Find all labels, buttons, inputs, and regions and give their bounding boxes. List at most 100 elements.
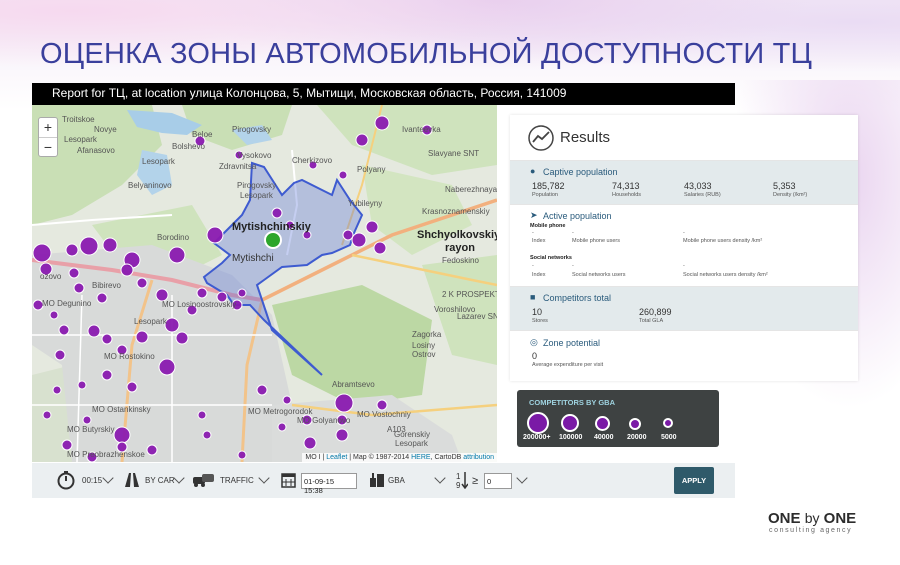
competitor-marker[interactable]	[52, 385, 62, 395]
chevron-down-icon	[258, 472, 270, 484]
zoom-control: + −	[38, 117, 58, 157]
competitor-marker[interactable]	[68, 267, 80, 279]
map-label: MO Ostankinsky	[92, 405, 151, 414]
competitors-title: Competitors total	[543, 293, 612, 303]
competitor-marker[interactable]	[58, 324, 70, 336]
map-label: Belyaninovo	[128, 181, 172, 190]
competitor-marker[interactable]	[376, 399, 388, 411]
competitor-marker[interactable]	[82, 415, 92, 425]
leaflet-link[interactable]: Leaflet	[326, 454, 347, 461]
competitor-marker[interactable]	[338, 170, 348, 180]
legend-dot	[595, 416, 610, 431]
apply-button[interactable]: APPLY	[674, 467, 714, 494]
chevron-down-icon	[102, 472, 114, 484]
competitor-marker[interactable]	[101, 333, 113, 345]
time-select[interactable]: 00:15	[82, 463, 102, 498]
competitor-marker[interactable]	[126, 381, 138, 393]
map-label: MO Rostokino	[104, 352, 155, 361]
map-label: Vysokovo	[237, 151, 272, 160]
map-label: Slavyane SNT	[428, 149, 480, 158]
competitor-marker[interactable]	[65, 243, 79, 257]
legend-dot	[527, 412, 549, 434]
competitor-marker[interactable]	[96, 292, 108, 304]
gte-symbol: ≥	[472, 474, 479, 487]
competitor-marker[interactable]	[256, 384, 268, 396]
competitor-marker[interactable]	[373, 241, 387, 255]
map-label: Lazarev SNT	[457, 312, 497, 321]
competitor-marker[interactable]	[365, 220, 379, 234]
competitor-marker[interactable]	[32, 243, 52, 263]
sort-numeric-icon: 1 9	[456, 472, 468, 489]
competitor-marker[interactable]	[168, 246, 186, 264]
legend-title: COMPETITORS BY GBA	[529, 398, 615, 407]
map-label: Zdravnitsa	[219, 162, 257, 171]
zoom-out-button[interactable]: −	[39, 137, 57, 156]
competitor-marker[interactable]	[277, 422, 287, 432]
competitor-marker[interactable]	[282, 395, 292, 405]
map-label: Shchyolkovskiy	[417, 229, 497, 241]
competitor-marker[interactable]	[237, 450, 247, 460]
competitor-marker[interactable]	[146, 444, 158, 456]
competitor-marker[interactable]	[271, 207, 283, 219]
competitor-marker[interactable]	[136, 277, 148, 289]
competitor-marker[interactable]	[197, 410, 207, 420]
competitor-marker[interactable]	[334, 393, 354, 413]
competitor-marker[interactable]	[351, 232, 367, 248]
svg-text:1: 1	[456, 472, 461, 481]
map-label: MO Vostochniy	[357, 410, 411, 419]
density-value: 5,353	[773, 181, 796, 191]
competitor-marker[interactable]	[158, 358, 176, 376]
competitor-marker[interactable]	[335, 428, 349, 442]
households-caption: Households	[612, 192, 642, 198]
competitor-marker[interactable]	[342, 229, 354, 241]
competitor-marker[interactable]	[374, 115, 390, 131]
competitor-marker[interactable]	[120, 263, 134, 277]
competitor-marker[interactable]	[355, 133, 369, 147]
competitor-marker[interactable]	[196, 287, 208, 299]
map-label: Fedoskino	[442, 256, 479, 265]
households-value: 74,313	[612, 181, 640, 191]
gba-legend: COMPETITORS BY GBA 200000+ 100000 40000 …	[517, 390, 719, 447]
competitor-marker[interactable]	[87, 324, 101, 338]
zone-caption: Average expenditure per visit	[532, 362, 604, 368]
competitor-marker[interactable]	[164, 317, 180, 333]
map-label: Naberezhnaya	[445, 185, 497, 194]
gla-caption: Total GLA	[639, 318, 664, 324]
legend-dot	[663, 418, 673, 428]
salaries-caption: Salaries (RUB)	[684, 192, 721, 198]
competitor-marker[interactable]	[113, 426, 131, 444]
threshold-input[interactable]: 0	[484, 473, 512, 489]
here-link[interactable]: HERE	[411, 454, 430, 461]
competitor-marker[interactable]	[79, 236, 99, 256]
map-view[interactable]: + − Troitskoe Novye Lesopark Afanasovo P…	[32, 105, 497, 462]
map-label: Lesopark	[64, 135, 97, 144]
competitor-marker[interactable]	[102, 237, 118, 253]
mode-select[interactable]: BY CAR	[145, 463, 175, 498]
people-icon: ●	[530, 166, 536, 176]
traffic-select[interactable]: TRAFFIC	[220, 463, 254, 498]
zone-section: ◎ Zone potential 0 Average expenditure p…	[510, 330, 858, 380]
legend-label: 20000	[627, 434, 647, 441]
competitor-marker[interactable]	[73, 282, 85, 294]
competitor-marker[interactable]	[206, 226, 224, 244]
competitor-marker[interactable]	[135, 330, 149, 344]
competitor-marker[interactable]	[101, 369, 113, 381]
legend-dot	[561, 414, 579, 432]
competitor-marker[interactable]	[77, 380, 87, 390]
legend-label: 5000	[661, 434, 677, 441]
competitor-marker[interactable]	[61, 439, 73, 451]
competitor-marker[interactable]	[303, 436, 317, 450]
competitor-marker[interactable]	[175, 331, 189, 345]
datetime-input[interactable]: 01-09-15 15:38	[301, 473, 357, 495]
mobile-label: Mobile phone	[530, 223, 566, 229]
metric-select[interactable]: GBA	[388, 463, 405, 498]
competitor-marker[interactable]	[49, 310, 59, 320]
competitor-marker[interactable]	[42, 410, 52, 420]
map-label: Pirogovsky	[237, 181, 277, 190]
competitor-marker[interactable]	[202, 430, 212, 440]
competitor-marker[interactable]	[237, 288, 247, 298]
map-label: Mytishchinskiy	[232, 221, 311, 233]
attribution-link[interactable]: attribution	[463, 454, 494, 461]
competitor-marker[interactable]	[54, 349, 66, 361]
zoom-in-button[interactable]: +	[39, 118, 57, 137]
